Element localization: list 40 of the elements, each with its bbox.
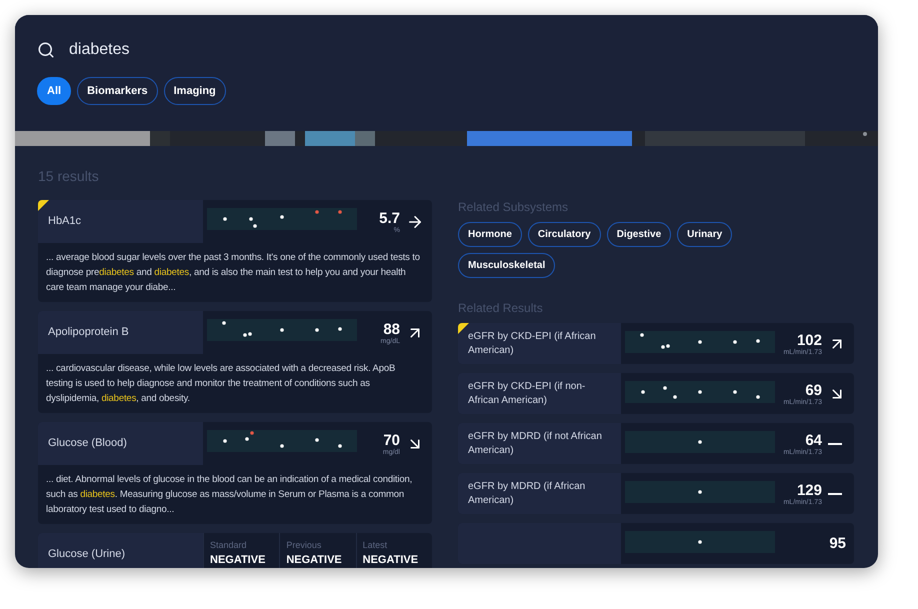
result-name: Glucose (Urine) [48, 547, 126, 562]
result-value: 5.7 [379, 210, 400, 226]
result-value: 64 [805, 432, 822, 448]
related-result-card[interactable]: 95 [458, 523, 854, 564]
column-label: Latest [362, 540, 388, 550]
filter-chip[interactable]: All [37, 77, 72, 105]
subsystem-chip[interactable]: Hormone [458, 222, 522, 247]
result-snippet: ... diet. Abnormal levels of glucose in the blood can be an indication of a medical condition, such as diabetes. Measuring glucose as mass/volume in Serum or Plasma is a common laboratory test used to diagno... [45, 473, 414, 517]
search-icon [37, 41, 55, 59]
result-card[interactable] [38, 422, 432, 524]
subsystem-chip[interactable]: Circulatory [528, 222, 601, 247]
result-snippet: ... average blood sugar levels over the past 3 months. It's one of the commonly used tests to diagnose prediabetes and diabetes, and is also the main test to help you and your health care team manage your diabe... [45, 251, 421, 295]
result-value: 88 [383, 320, 400, 338]
filter-chip[interactable]: Imaging [164, 77, 226, 105]
result-name: eGFR by CKD-EPI (if non-African American) [468, 380, 586, 407]
filter-chip[interactable]: Biomarkers [77, 77, 158, 105]
result-name: HbA1c [48, 214, 82, 229]
result-card[interactable]: Glucose (Urine) Standard NEGATIVE Previous NEGATIVE Latest NEGATIVE [38, 533, 432, 568]
result-value: 69 [805, 382, 822, 398]
result-value: NEGATIVE [362, 554, 420, 566]
result-name: eGFR by CKD-EPI (if African American) [468, 330, 597, 357]
result-name: Glucose (Blood) [48, 436, 127, 451]
result-name: Apolipoprotein B [48, 325, 129, 340]
result-value: NEGATIVE [286, 554, 343, 566]
search-field[interactable]: diabetes [69, 41, 369, 59]
result-value: 95 [829, 535, 846, 552]
subsystem-chip[interactable]: Digestive [606, 222, 672, 247]
result-snippet: ... cardiovascular disease, while low levels are associated with a decreased risk. ApoB testing is used to help diagnose and monitor the treatment of conditions such as dyslipidemia, diabetes, and obesity. [45, 362, 396, 406]
result-value: NEGATIVE [210, 554, 266, 566]
result-name: eGFR by MDRD (if not African American) [468, 430, 603, 457]
result-card[interactable] [38, 200, 432, 302]
column-label: Previous [286, 540, 322, 550]
result-value: 102 [796, 332, 822, 348]
subsystem-chip[interactable]: Urinary [677, 222, 732, 247]
subsystem-chip[interactable]: Musculoskeletal [458, 253, 556, 278]
result-value: 70 [383, 432, 400, 448]
result-name: eGFR by MDRD (if African American) [468, 480, 586, 507]
result-value: 129 [796, 482, 822, 498]
result-card[interactable] [38, 311, 432, 413]
column-label: Standard [210, 540, 248, 550]
